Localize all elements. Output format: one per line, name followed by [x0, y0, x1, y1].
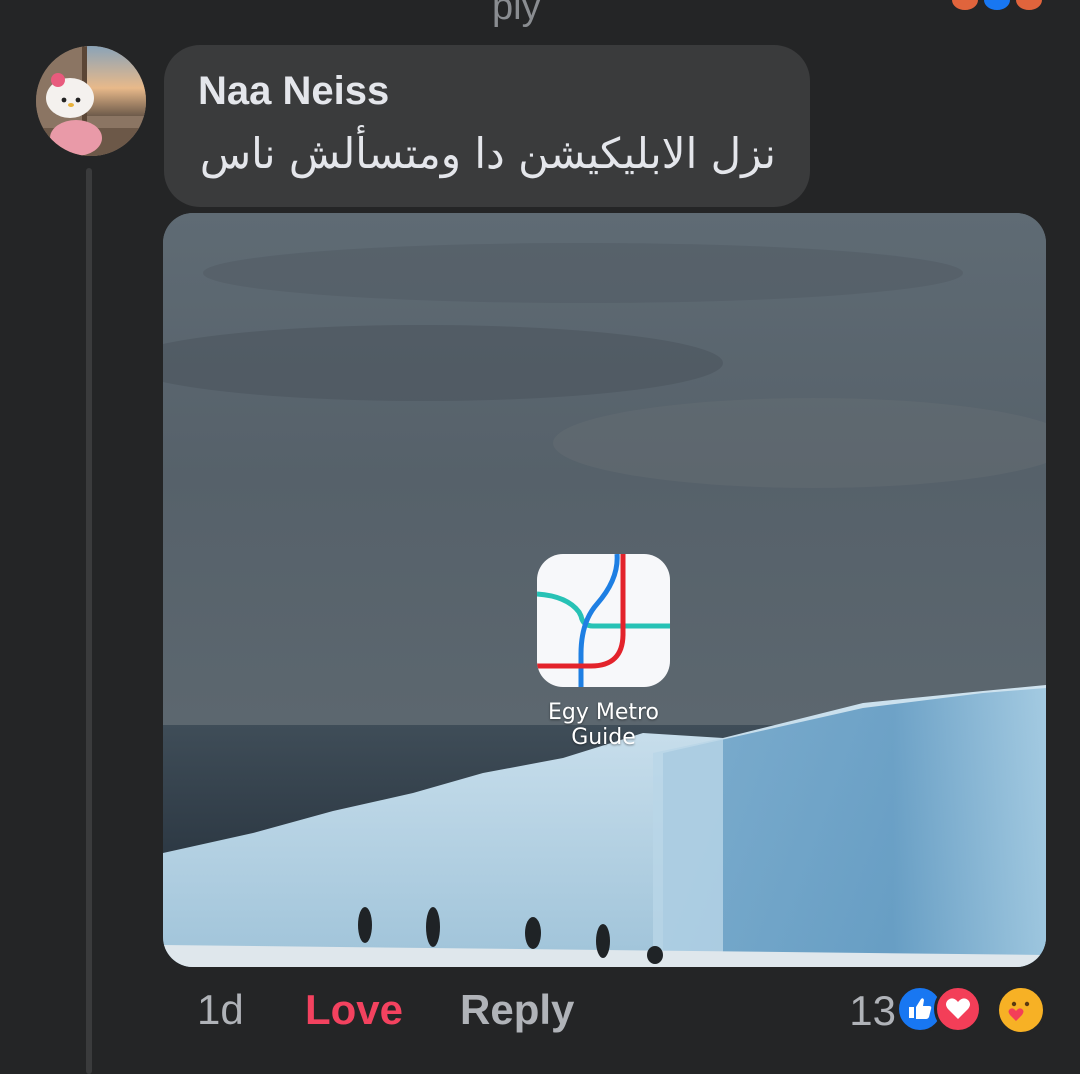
care-icon	[996, 985, 1046, 1035]
reply-button[interactable]: Reply	[460, 986, 574, 1034]
comment-image[interactable]: Egy Metro Guide	[163, 213, 1046, 967]
reaction-count: 13	[849, 987, 896, 1034]
app-label-line1: Egy Metro	[547, 700, 660, 725]
love-icon	[934, 985, 982, 1033]
previous-reply-label: ply	[492, 0, 541, 28]
avatar[interactable]	[36, 46, 146, 156]
previous-comment-cutoff: ply	[0, 0, 1080, 28]
app-label-line2: Guide	[571, 725, 636, 750]
love-button[interactable]: Love	[305, 986, 403, 1034]
comment-text: نزل الابليكيشن دا ومتسألش ناس	[199, 129, 776, 178]
egy-metro-app-icon[interactable]	[537, 554, 670, 687]
thread-line	[86, 168, 92, 1074]
app-label: Egy Metro Guide	[517, 700, 690, 750]
previous-reactions	[952, 0, 1042, 10]
comment-time[interactable]: 1d	[197, 986, 244, 1034]
comment-author[interactable]: Naa Neiss	[198, 69, 389, 114]
reaction-summary[interactable]: 13	[836, 985, 1046, 1037]
comment-bubble: Naa Neiss نزل الابليكيشن دا ومتسألش ناس	[164, 45, 810, 207]
